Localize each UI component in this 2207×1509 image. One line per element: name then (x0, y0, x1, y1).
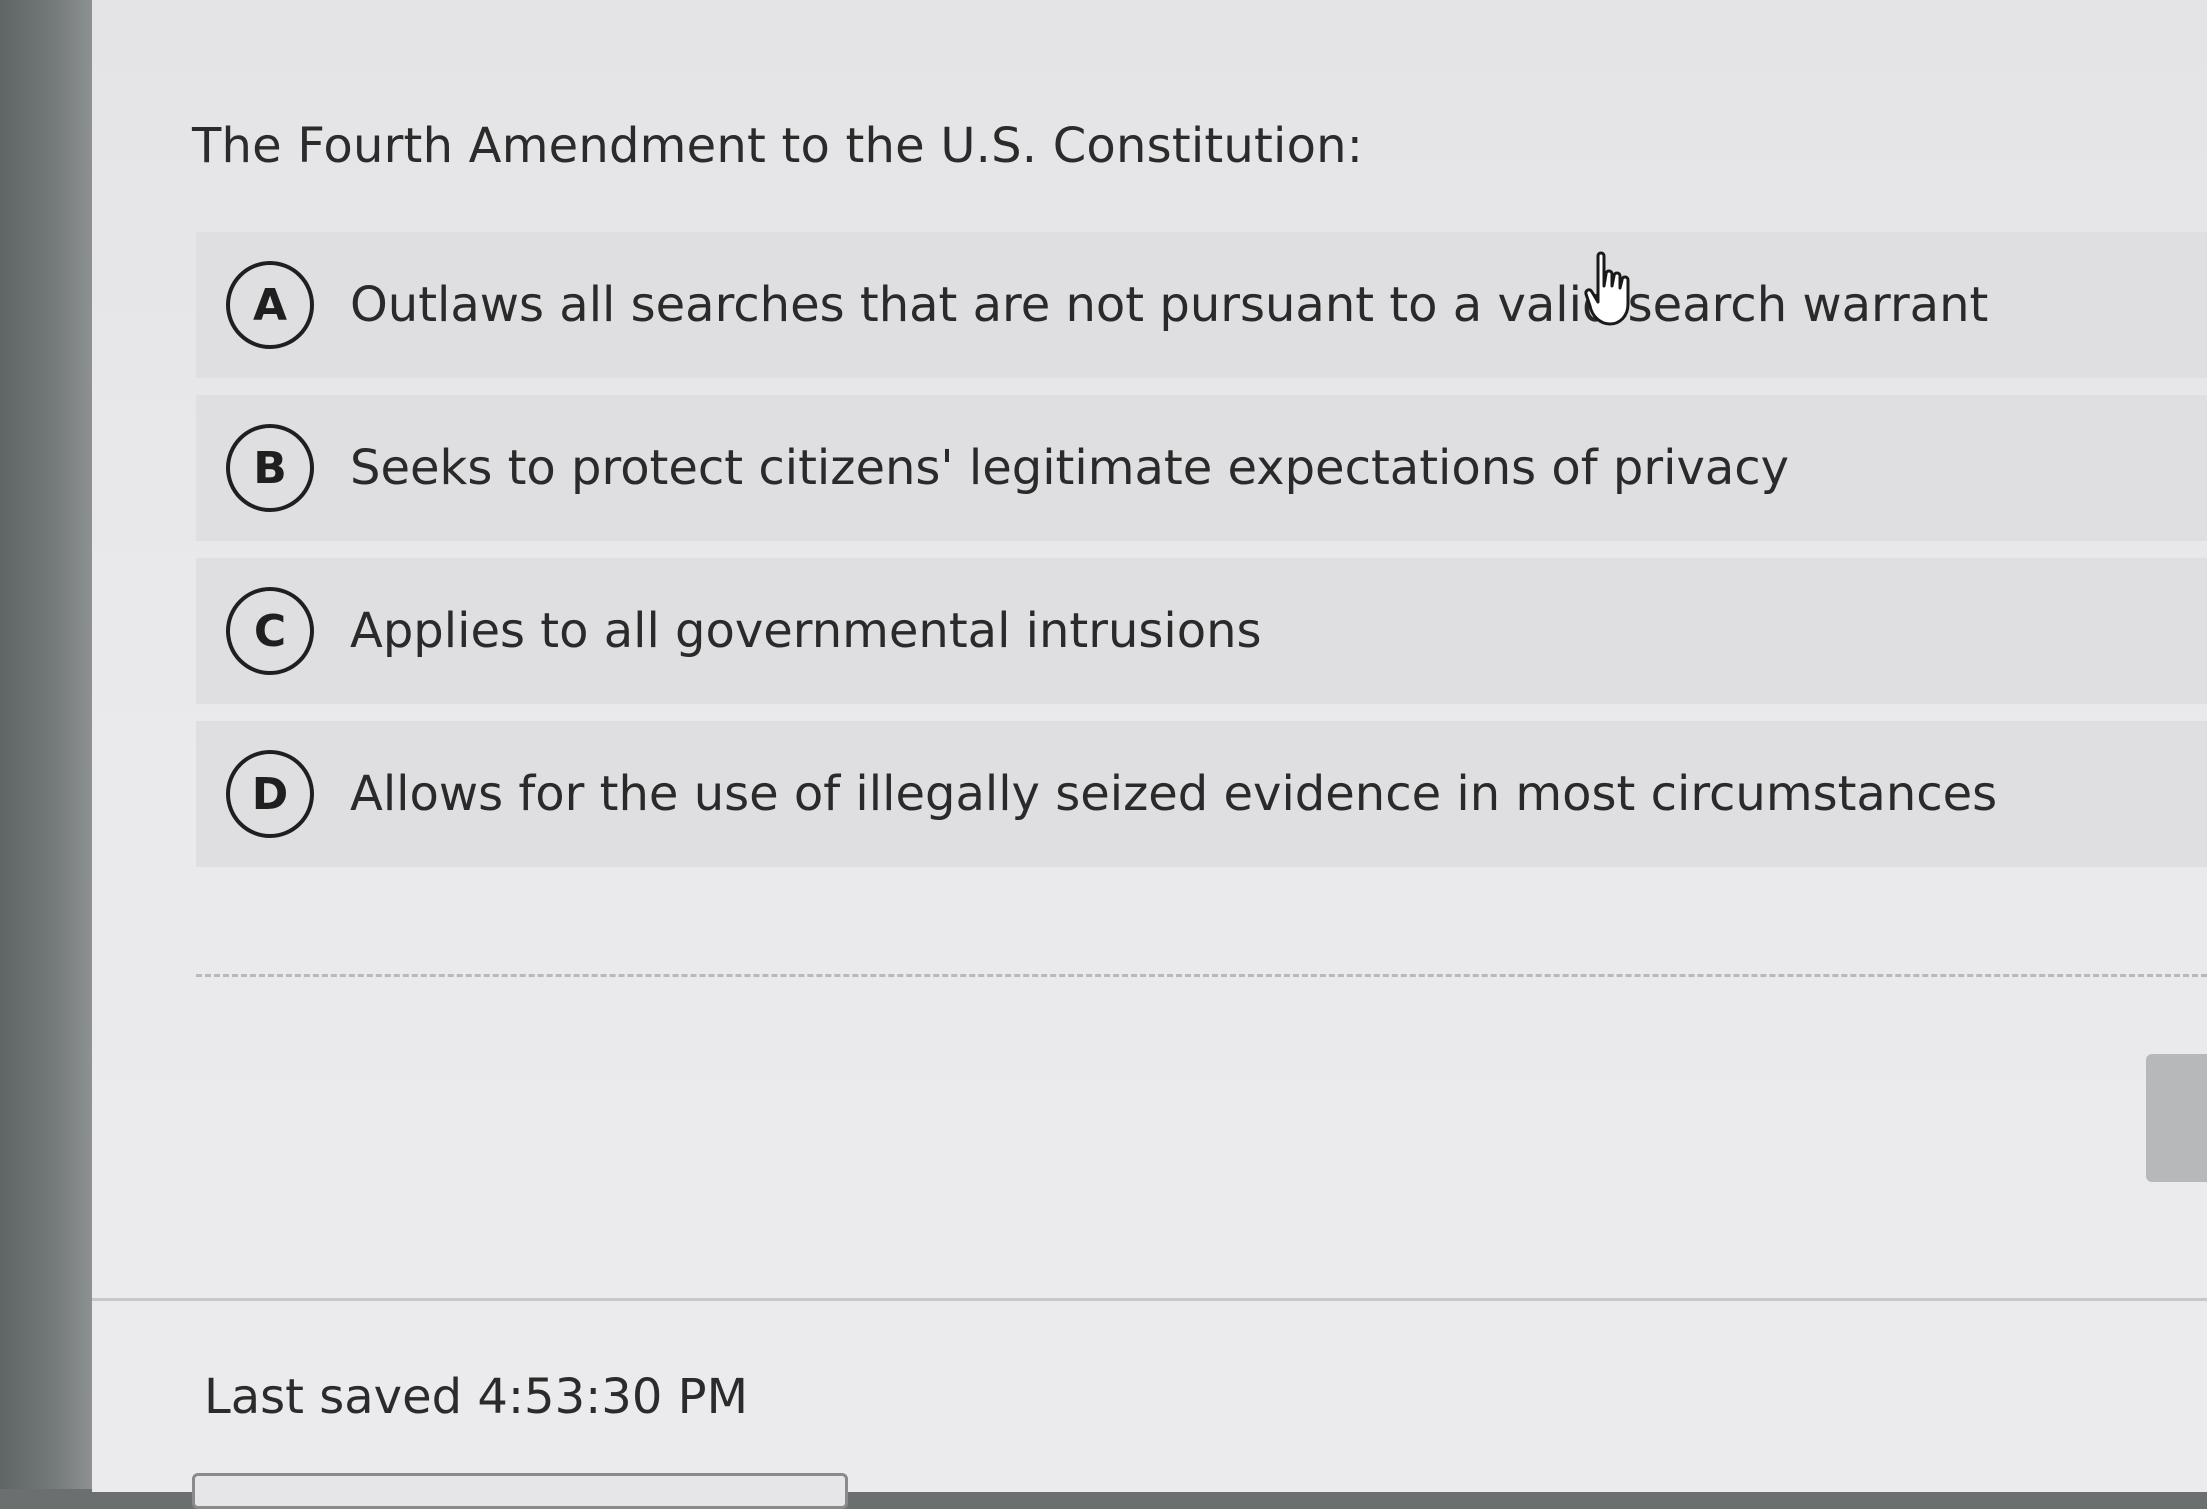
option-c-letter-circle[interactable]: C (226, 587, 314, 675)
answer-options: A Outlaws all searches that are not purs… (196, 232, 2207, 884)
option-d-letter-circle[interactable]: D (226, 750, 314, 838)
option-a[interactable]: A Outlaws all searches that are not purs… (196, 232, 2207, 378)
last-saved-status: Last saved 4:53:30 PM (204, 1369, 748, 1425)
option-b[interactable]: B Seeks to protect citizens' legitimate … (196, 395, 2207, 541)
option-c-text: Applies to all governmental intrusions (350, 603, 1262, 659)
option-d[interactable]: D Allows for the use of illegally seized… (196, 721, 2207, 867)
quiz-screen: The Fourth Amendment to the U.S. Constit… (92, 0, 2207, 1509)
footer-button[interactable] (192, 1473, 848, 1509)
option-a-text: Outlaws all searches that are not pursua… (350, 277, 1989, 333)
option-c[interactable]: C Applies to all governmental intrusions (196, 558, 2207, 704)
footer-bar: Last saved 4:53:30 PM (92, 1298, 2207, 1509)
hand-pointer-icon (1584, 251, 1630, 326)
question-text: The Fourth Amendment to the U.S. Constit… (192, 118, 1364, 174)
option-d-text: Allows for the use of illegally seized e… (350, 766, 1998, 822)
option-b-letter-circle[interactable]: B (226, 424, 314, 512)
next-button[interactable] (2146, 1054, 2207, 1182)
option-b-text: Seeks to protect citizens' legitimate ex… (350, 440, 1790, 496)
option-a-letter-circle[interactable]: A (226, 261, 314, 349)
section-divider (196, 974, 2207, 977)
monitor-bezel (0, 0, 92, 1489)
